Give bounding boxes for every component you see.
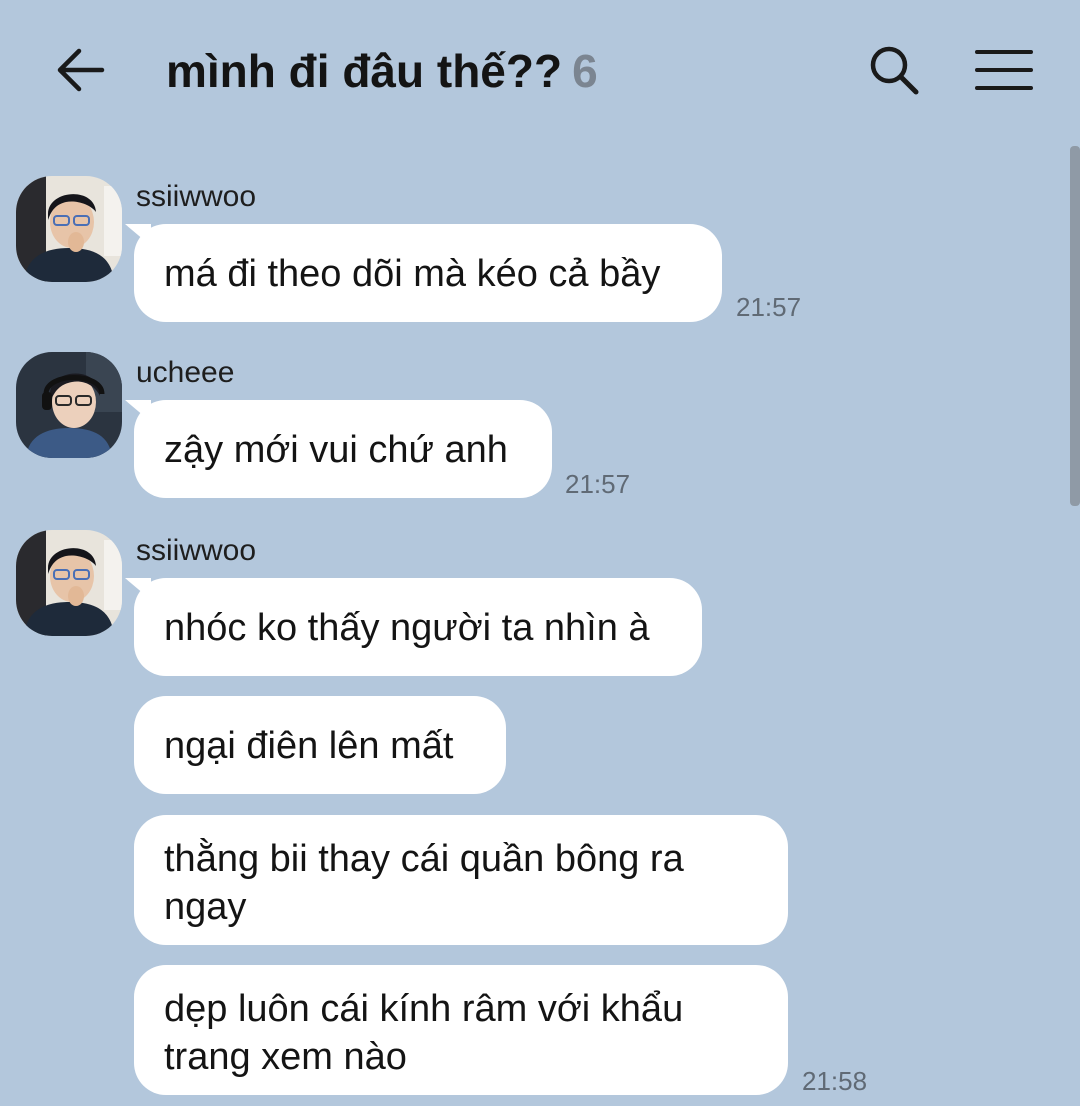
message-text: zậy mới vui chứ anh bbox=[164, 429, 508, 471]
avatar-ucheee-icon bbox=[16, 352, 122, 458]
back-arrow-icon bbox=[57, 48, 105, 92]
message-bubble[interactable]: nhóc ko thấy người ta nhìn à bbox=[125, 578, 702, 676]
message-text: thằng bii thay cái quần bông ra ngay bbox=[164, 838, 684, 928]
message-text: nhóc ko thấy người ta nhìn à bbox=[164, 607, 650, 649]
chat-title-text: mình đi đâu thế?? bbox=[166, 45, 563, 97]
avatar-ssiiwwoo-icon bbox=[16, 530, 122, 636]
message-text: má đi theo dõi mà kéo cả bầy bbox=[164, 253, 661, 295]
message-bubble[interactable]: zậy mới vui chứ anh bbox=[125, 400, 552, 498]
message-bubble[interactable]: ngại điên lên mất bbox=[134, 696, 506, 794]
message-bubble[interactable]: má đi theo dõi mà kéo cả bầy bbox=[125, 224, 722, 322]
scrollbar[interactable] bbox=[1070, 146, 1080, 506]
back-button[interactable] bbox=[52, 42, 108, 98]
member-count: 6 bbox=[572, 45, 598, 97]
sender-name: ssiiwwoo bbox=[136, 180, 257, 213]
sender-name: ucheee bbox=[136, 356, 235, 389]
message-time: 21:57 bbox=[565, 469, 631, 499]
search-icon bbox=[870, 46, 919, 95]
chat-header: mình đi đâu thế?? 6 bbox=[0, 0, 1080, 140]
chat-title: mình đi đâu thế?? 6 bbox=[166, 44, 598, 98]
chat-screen: mình đi đâu thế?? 6 ssiiwwoo má đi theo … bbox=[0, 0, 1080, 1106]
avatar-ssiiwwoo[interactable] bbox=[16, 530, 122, 636]
avatar-ssiiwwoo[interactable] bbox=[16, 176, 122, 282]
menu-button[interactable] bbox=[972, 40, 1036, 100]
search-button[interactable] bbox=[864, 40, 924, 100]
message-text: dẹp luôn cái kính râm với khẩu trang xem… bbox=[164, 988, 684, 1078]
message-bubble[interactable]: thằng bii thay cái quần bông ra ngay bbox=[134, 815, 788, 945]
message-time: 21:58 bbox=[802, 1066, 868, 1096]
message-text: ngại điên lên mất bbox=[164, 725, 454, 767]
hamburger-menu-icon bbox=[975, 50, 1033, 90]
avatar-ssiiwwoo-icon bbox=[16, 176, 122, 282]
message-time: 21:57 bbox=[736, 292, 802, 322]
message-bubble[interactable]: dẹp luôn cái kính râm với khẩu trang xem… bbox=[134, 965, 788, 1095]
avatar-ucheee[interactable] bbox=[16, 352, 122, 458]
sender-name: ssiiwwoo bbox=[136, 534, 257, 567]
